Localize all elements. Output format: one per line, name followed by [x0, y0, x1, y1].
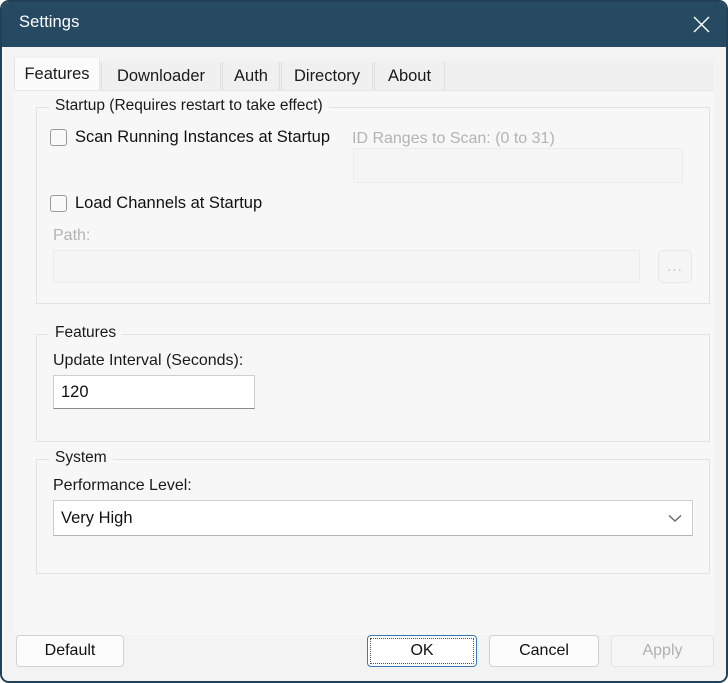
close-button[interactable]	[678, 2, 724, 47]
scan-running-instances-checkbox-row[interactable]: Scan Running Instances at Startup	[50, 128, 330, 147]
dialog-content: Features Downloader Auth Directory About…	[4, 47, 726, 681]
id-ranges-label: ID Ranges to Scan: (0 to 31)	[352, 130, 555, 147]
path-label: Path:	[53, 227, 91, 244]
default-button[interactable]: Default	[16, 635, 124, 667]
features-group-title: Features	[49, 324, 123, 342]
update-interval-label: Update Interval (Seconds):	[53, 352, 244, 369]
performance-level-select[interactable]: Very High	[53, 500, 693, 536]
tab-about[interactable]: About	[374, 62, 445, 90]
window-title: Settings	[19, 13, 80, 31]
ok-button[interactable]: OK	[367, 635, 477, 667]
path-input[interactable]	[53, 250, 640, 283]
chevron-down-icon	[658, 514, 692, 523]
load-channels-checkbox[interactable]	[50, 195, 67, 212]
tab-directory[interactable]: Directory	[281, 62, 373, 90]
features-tab-panel: Startup (Requires restart to take effect…	[14, 90, 714, 635]
load-channels-label: Load Channels at Startup	[75, 194, 263, 212]
performance-level-label: Performance Level:	[53, 477, 192, 494]
tab-auth[interactable]: Auth	[222, 62, 280, 90]
id-ranges-input[interactable]	[353, 148, 683, 183]
scan-running-instances-checkbox[interactable]	[50, 129, 67, 146]
scan-running-instances-label: Scan Running Instances at Startup	[75, 128, 330, 146]
settings-window: Settings Features Downloader Auth Direct…	[0, 0, 728, 683]
title-bar: Settings	[2, 2, 726, 47]
cancel-button[interactable]: Cancel	[489, 635, 599, 667]
load-channels-checkbox-row[interactable]: Load Channels at Startup	[50, 194, 262, 213]
system-group: System Performance Level: Very High	[36, 449, 710, 574]
startup-group: Startup (Requires restart to take effect…	[36, 97, 710, 304]
apply-button[interactable]: Apply	[611, 635, 714, 667]
close-icon	[692, 15, 711, 34]
tab-downloader[interactable]: Downloader	[101, 62, 221, 90]
tab-features[interactable]: Features	[14, 58, 100, 90]
features-group: Features Update Interval (Seconds):	[36, 324, 710, 442]
browse-path-button[interactable]: ...	[658, 250, 692, 283]
system-group-title: System	[49, 449, 113, 467]
tab-bar: Features Downloader Auth Directory About	[14, 58, 714, 90]
performance-level-value: Very High	[61, 508, 133, 527]
update-interval-input[interactable]	[53, 375, 255, 409]
startup-group-title: Startup (Requires restart to take effect…	[49, 97, 329, 115]
ok-button-label: OK	[410, 642, 434, 659]
dialog-footer: Default OK Cancel Apply	[4, 635, 726, 681]
